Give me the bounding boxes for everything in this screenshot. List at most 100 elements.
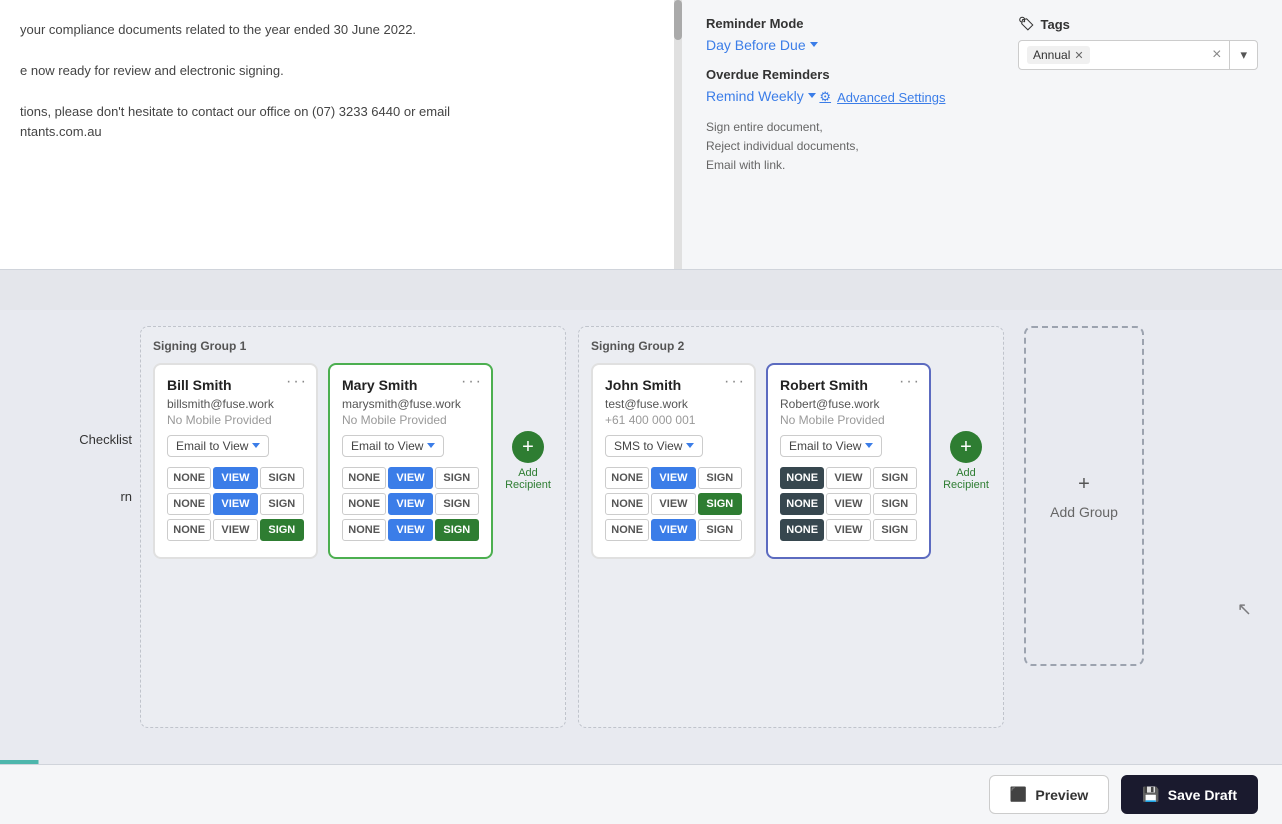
tag-remove-button[interactable]: ✕ [1074,49,1083,62]
add-recipient-group-1[interactable]: + AddRecipient [503,431,553,491]
robert-smith-sign-2[interactable]: SIGN [873,493,917,515]
card-menu-mary-smith[interactable]: ··· [461,373,483,391]
bill-smith-mobile: No Mobile Provided [167,413,304,427]
save-draft-icon: 💾 [1142,786,1159,803]
robert-smith-email: Robert@fuse.work [780,397,917,411]
reminder-mode-label: Reminder Mode [706,16,998,31]
mary-smith-name: Mary Smith [342,377,479,393]
bill-smith-none-1[interactable]: NONE [167,467,211,489]
john-smith-none-3[interactable]: NONE [605,519,649,541]
mary-smith-sign-2[interactable]: SIGN [435,493,479,515]
middle-separator [0,270,1282,310]
mary-smith-none-2[interactable]: NONE [342,493,386,515]
john-smith-sign-3[interactable]: SIGN [698,519,742,541]
bill-smith-none-2[interactable]: NONE [167,493,211,515]
john-smith-row-3: NONE VIEW SIGN [605,519,742,541]
bill-smith-view-method[interactable]: Email to View [167,435,269,457]
tag-value: Annual [1033,48,1070,62]
reminder-mode-chevron-icon [810,42,818,47]
mary-smith-view-3[interactable]: VIEW [388,519,432,541]
robert-smith-view-3[interactable]: VIEW [826,519,870,541]
robert-smith-view-method[interactable]: Email to View [780,435,882,457]
bill-smith-none-3[interactable]: NONE [167,519,211,541]
john-smith-view-1[interactable]: VIEW [651,467,695,489]
bill-smith-sign-1[interactable]: SIGN [260,467,304,489]
row-label-rn: rn [0,489,140,504]
card-menu-john-smith[interactable]: ··· [724,373,746,391]
card-menu-robert-smith[interactable]: ··· [899,373,921,391]
robert-smith-view-2[interactable]: VIEW [826,493,870,515]
mary-smith-none-3[interactable]: NONE [342,519,386,541]
save-draft-button[interactable]: 💾 Save Draft [1121,775,1258,814]
john-smith-sign-2[interactable]: SIGN [698,493,742,515]
card-menu-bill-smith[interactable]: ··· [286,373,308,391]
signing-group-2-title: Signing Group 2 [591,339,991,353]
add-group-plus-icon: + [1078,473,1090,496]
bill-smith-view-2[interactable]: VIEW [213,493,257,515]
mary-smith-email: marysmith@fuse.work [342,397,479,411]
tags-clear-button[interactable]: × [1204,42,1229,68]
john-smith-name: John Smith [605,377,742,393]
left-panel: your compliance documents related to the… [0,0,682,269]
mary-smith-sign-1[interactable]: SIGN [435,467,479,489]
mary-smith-row-2: NONE VIEW SIGN [342,493,479,515]
right-panel: Reminder Mode Day Before Due Overdue Rem… [682,0,1282,269]
bill-smith-row-2: NONE VIEW SIGN [167,493,304,515]
mary-smith-view-method[interactable]: Email to View [342,435,444,457]
reminder-mode-dropdown[interactable]: Day Before Due [706,37,818,53]
tags-dropdown-button[interactable]: ▾ [1230,43,1257,67]
tags-input-container[interactable]: Annual ✕ × ▾ [1018,40,1258,70]
recipient-card-john-smith: ··· John Smith test@fuse.work +61 400 00… [591,363,756,559]
bottom-teal-bar [0,760,1282,764]
robert-smith-none-2[interactable]: NONE [780,493,824,515]
mary-smith-sign-3[interactable]: SIGN [435,519,479,541]
add-recipient-group-2[interactable]: + AddRecipient [941,431,991,491]
bill-smith-sign-3[interactable]: SIGN [260,519,304,541]
overdue-value-text: Remind Weekly [706,88,804,104]
bill-smith-sign-2[interactable]: SIGN [260,493,304,515]
robert-smith-view-1[interactable]: VIEW [826,467,870,489]
robert-smith-none-1[interactable]: NONE [780,467,824,489]
robert-smith-sign-1[interactable]: SIGN [873,467,917,489]
preview-button[interactable]: ⬛ Preview [989,775,1109,814]
row-label-checklist: Checklist [0,432,140,447]
john-smith-view-3[interactable]: VIEW [651,519,695,541]
john-smith-none-2[interactable]: NONE [605,493,649,515]
john-smith-sign-1[interactable]: SIGN [698,467,742,489]
annual-tag: Annual ✕ [1027,46,1090,64]
advanced-settings-desc: Sign entire document, Reject individual … [706,118,998,176]
scrollbar[interactable] [674,0,682,269]
signing-group-1: Signing Group 1 ··· Bill Smith billsmith… [140,326,566,728]
bill-smith-view-3[interactable]: VIEW [213,519,257,541]
john-smith-none-1[interactable]: NONE [605,467,649,489]
tags-column: 🏷 Tags Annual ✕ × ▾ [1018,16,1258,176]
add-recipient-label-1: AddRecipient [505,467,551,491]
advanced-settings-link[interactable]: ⚙ Advanced Settings [819,89,945,105]
mary-smith-row-1: NONE VIEW SIGN [342,467,479,489]
recipient-card-robert-smith: ··· Robert Smith Robert@fuse.work No Mob… [766,363,931,559]
mary-smith-view-2[interactable]: VIEW [388,493,432,515]
row-labels: Checklist rn [0,390,140,504]
mary-smith-view-1[interactable]: VIEW [388,467,432,489]
add-recipient-circle-1: + [512,431,544,463]
gear-icon: ⚙ [819,89,831,105]
bill-smith-row-3: NONE VIEW SIGN [167,519,304,541]
signing-group-1-title: Signing Group 1 [153,339,553,353]
add-recipient-label-2: AddRecipient [943,467,989,491]
overdue-reminders-dropdown[interactable]: Remind Weekly [706,88,816,104]
add-group-box[interactable]: + Add Group [1024,326,1144,666]
john-smith-mobile: +61 400 000 001 [605,413,742,427]
recipient-card-bill-smith: ··· Bill Smith billsmith@fuse.work No Mo… [153,363,318,559]
add-group-label: Add Group [1050,504,1118,520]
bill-smith-view-1[interactable]: VIEW [213,467,257,489]
john-smith-view-method[interactable]: SMS to View [605,435,703,457]
robert-smith-none-3[interactable]: NONE [780,519,824,541]
signing-section: Signing Group 1 ··· Bill Smith billsmith… [0,310,1282,764]
mary-smith-none-1[interactable]: NONE [342,467,386,489]
robert-smith-mobile: No Mobile Provided [780,413,917,427]
settings-column: Reminder Mode Day Before Due Overdue Rem… [706,16,998,176]
tags-input-inner: Annual ✕ [1019,42,1204,68]
robert-smith-sign-3[interactable]: SIGN [873,519,917,541]
scrollbar-thumb[interactable] [674,0,682,40]
john-smith-view-2[interactable]: VIEW [651,493,695,515]
